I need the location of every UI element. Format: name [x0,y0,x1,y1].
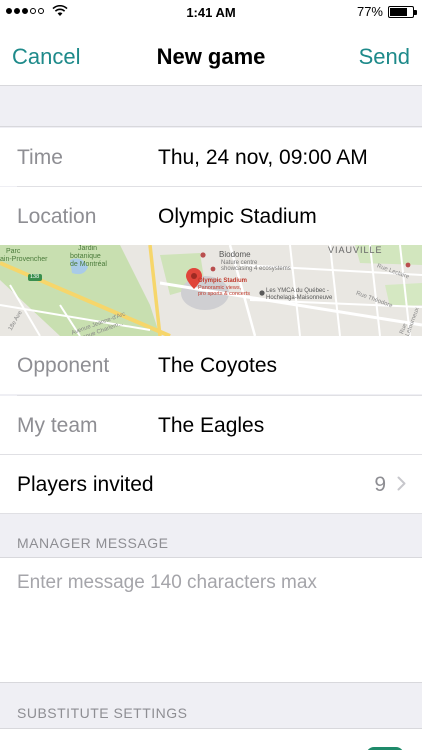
map-label: Les YMCA du Québec - [266,288,329,294]
map-label: 18e Ave [7,310,24,332]
section-spacer [0,87,422,127]
manager-message-header: MANAGER MESSAGE [0,514,422,558]
map-label: ain-Provencher [0,256,48,263]
my-team-value[interactable]: The Eagles [158,414,264,438]
location-map[interactable]: VIAUVILLE Jardin botanique de Montréal P… [0,245,422,336]
players-invited-row[interactable]: Players invited 9 [0,455,422,513]
map-label: Rue Théodore [355,290,394,310]
players-invited-label: Players invited [17,473,154,496]
map-label: Jardin [78,245,98,252]
section-header-label: SUBSTITUTE SETTINGS [17,705,188,721]
battery-icon [388,5,417,18]
map-label: Parc [6,248,21,255]
send-button[interactable]: Send [359,44,410,70]
map-label: showcasing 4 ecosystems [221,266,291,272]
location-label: Location [17,205,97,228]
time-value[interactable]: Thu, 24 nov, 09:00 AM [158,146,368,170]
map-labels: VIAUVILLE Jardin botanique de Montréal P… [0,245,422,336]
substitute-settings-header: SUBSTITUTE SETTINGS [0,684,422,728]
opponent-value[interactable]: The Coyotes [158,354,277,378]
message-placeholder: Enter message 140 characters max [17,572,317,593]
manager-message-input[interactable]: Enter message 140 characters max [0,557,422,683]
map-label: Biodome [219,250,251,259]
battery-percent: 77% [356,4,383,19]
section-header-label: MANAGER MESSAGE [17,535,169,551]
time-row[interactable]: Time Thu, 24 nov, 09:00 AM [0,128,422,186]
map-label: de Montréal [70,261,107,268]
chevron-right-icon [397,476,406,491]
map-label: VIAUVILLE [328,245,383,255]
status-bar: 1:41 AM 77% [0,0,422,24]
opponent-row[interactable]: Opponent The Coyotes [0,336,422,394]
route-shield: 138 [30,274,40,280]
opponent-label: Opponent [17,354,110,377]
my-team-row[interactable]: My team The Eagles [0,396,422,454]
time-label: Time [17,146,63,169]
players-invited-count: 9 [374,473,386,496]
map-label: pro sports & concerts [198,291,250,297]
map-label: Olympic Stadium [198,278,248,284]
navigation-bar: Cancel New game Send [0,24,422,86]
location-row[interactable]: Location Olympic Stadium [0,187,422,245]
substitute-settings-row[interactable] [0,728,422,750]
map-label: Hochelaga-Maisonneuve [266,295,333,301]
map-label: Rue Letourneux [399,306,421,336]
map-label: botanique [70,253,101,260]
map-label: Rue Leclaire [375,263,410,281]
my-team-label: My team [17,414,98,437]
location-value[interactable]: Olympic Stadium [158,205,317,229]
